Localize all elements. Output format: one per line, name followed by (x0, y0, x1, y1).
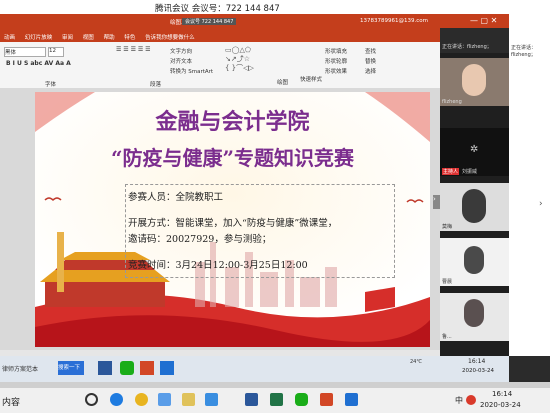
participant-video-5[interactable]: 鲁... (440, 293, 510, 341)
font-group-label: 字体 (45, 82, 57, 88)
align-text-button[interactable]: 对齐文本 (170, 57, 192, 65)
font-size-select[interactable]: 12 (48, 47, 64, 57)
clock-time: 16:14 (492, 390, 513, 398)
shape-effects-button[interactable]: 形状效果 (325, 67, 347, 75)
remote-taskbar: 律师方案范本 搜索一下 24℃ 16:14 2020-03-24 (0, 356, 509, 382)
quick-styles-button[interactable]: 快速样式 (300, 75, 322, 83)
tab-animation[interactable]: 动画 (4, 35, 15, 41)
host-tag: 主持人 (442, 168, 460, 175)
explorer-icon[interactable] (158, 393, 171, 406)
participant-panel: 正在讲话：flizheng； flizheng ✲ 主持人 刘振威 莫梅 曹晨 … (440, 28, 510, 356)
slide-subtitle: “防疫与健康”专题知识竞赛 (110, 146, 354, 170)
find-button[interactable]: 查找 (365, 47, 376, 55)
clock-date: 2020-03-24 (480, 401, 521, 409)
meeting-title: 腾讯会议 会议号：722 144 847 (155, 4, 280, 14)
right-strip: 正在讲话：flizheng； › (509, 14, 550, 356)
invite-code-line: 邀请码：20027929，参与测验； (128, 234, 272, 245)
time-line: 竞赛时间：3月24日12:00-3月25日12:00 (128, 260, 308, 271)
participant-name: flizheng (442, 99, 462, 105)
edge-icon[interactable] (110, 393, 123, 406)
text-direction-button[interactable]: 文字方向 (170, 47, 192, 55)
ime-indicator[interactable]: 中 (455, 395, 463, 406)
font-name-select[interactable]: 黑体 (4, 47, 46, 57)
content-label: 内容 (2, 398, 21, 408)
drawing-group-label: 绘图 (277, 80, 289, 86)
speaking-label: 正在讲话：flizheng； (511, 45, 537, 58)
tab-slideshow[interactable]: 幻灯片放映 (25, 35, 53, 41)
text-box[interactable]: 参赛人员：全院教职工 开展方式：智能课堂，加入“防疫与健康”微课堂， 邀请码：2… (125, 184, 395, 278)
participant-video-1[interactable]: flizheng (440, 58, 510, 106)
paragraph-buttons[interactable]: ☰ ☰ ☰ ☰ ☰ (116, 46, 151, 53)
search-box[interactable]: 搜索一下 (58, 361, 84, 375)
font-format-buttons[interactable]: B I U S abc AV Aa A (6, 60, 71, 67)
avatar (464, 299, 484, 327)
shapes-gallery[interactable]: ▭◯△⬠ ↘↗⤴☆{ }⌒◁▷ (225, 46, 270, 74)
participant-video-3[interactable]: 莫梅 (440, 183, 510, 231)
wechat-icon[interactable] (120, 361, 134, 375)
window-controls[interactable]: — ▢ ✕ (470, 16, 497, 25)
speaking-indicator: 正在讲话：flizheng； (440, 28, 510, 53)
participant-name: 莫梅 (442, 224, 453, 230)
panel-collapse-arrow[interactable]: › (433, 195, 440, 209)
ribbon: 黑体 12 B I U S abc AV Aa A 字体 ☰ ☰ ☰ ☰ ☰ 文… (0, 42, 509, 89)
participant-name: 鲁... (442, 334, 452, 340)
shape-fill-button[interactable]: 形状填充 (325, 47, 347, 55)
chrome-icon[interactable] (135, 393, 148, 406)
powerpoint-icon[interactable] (140, 361, 154, 375)
app-icon[interactable] (205, 393, 218, 406)
wechat-icon[interactable] (295, 393, 308, 406)
loading-icon: ✲ (470, 144, 479, 155)
avatar (462, 189, 486, 223)
tell-me-search[interactable]: 告诉我你想要做什么 (145, 35, 195, 41)
tab-special[interactable]: 特色 (124, 35, 135, 41)
account-label[interactable]: 13783789961@139.com (360, 18, 428, 24)
slide-title: 金融与会计学院 (155, 109, 310, 135)
powerpoint-icon[interactable] (320, 393, 333, 406)
method-line: 开展方式：智能课堂，加入“防疫与健康”微课堂， (128, 218, 338, 229)
temperature: 24℃ (410, 359, 422, 365)
participant-name: 刘振威 (462, 169, 478, 175)
ppt-title-bar: 绘图工具 会议号 722 144 847 13783789961@139.com… (0, 14, 509, 30)
remote-clock-date: 2020-03-24 (462, 368, 494, 374)
word-icon[interactable] (245, 393, 258, 406)
tab-review[interactable]: 审阅 (62, 35, 73, 41)
tab-view[interactable]: 视图 (83, 35, 94, 41)
participants-line: 参赛人员：全院教职工 (128, 192, 224, 203)
excel-icon[interactable] (270, 393, 283, 406)
avatar (462, 64, 486, 96)
participant-video-4[interactable]: 曹晨 (440, 238, 510, 286)
select-button[interactable]: 选择 (365, 67, 376, 75)
participant-video-2[interactable]: ✲ 主持人 刘振威 (440, 128, 510, 176)
paragraph-group-label: 段落 (150, 82, 162, 88)
word-icon[interactable] (98, 361, 112, 375)
tencent-meeting-icon[interactable] (160, 361, 174, 375)
meeting-id-badge: 会议号 722 144 847 (182, 18, 237, 25)
search-circle-icon[interactable] (85, 393, 98, 406)
avatar (464, 246, 484, 274)
meeting-title-bar: 腾讯会议 会议号：722 144 847 (0, 0, 550, 14)
antivirus-icon[interactable] (466, 395, 476, 405)
replace-button[interactable]: 替换 (365, 57, 376, 65)
slide[interactable]: 金融与会计学院 “防疫与健康”专题知识竞赛 参赛人员：全院教职工 开展方式：智能… (35, 92, 430, 347)
tab-help[interactable]: 帮助 (104, 35, 115, 41)
doc-title[interactable]: 律师方案范本 (2, 364, 38, 373)
next-page-arrow[interactable]: › (539, 199, 543, 209)
folder-icon[interactable] (182, 393, 195, 406)
remote-clock-time: 16:14 (468, 358, 486, 365)
ribbon-tabs: 动画 幻灯片放映 审阅 视图 帮助 特色 告诉我你想要做什么 (0, 30, 509, 42)
smartart-button[interactable]: 转换为 SmartArt (170, 67, 213, 75)
participant-name: 曹晨 (442, 279, 453, 285)
tencent-meeting-icon[interactable] (345, 393, 358, 406)
shape-outline-button[interactable]: 形状轮廓 (325, 57, 347, 65)
